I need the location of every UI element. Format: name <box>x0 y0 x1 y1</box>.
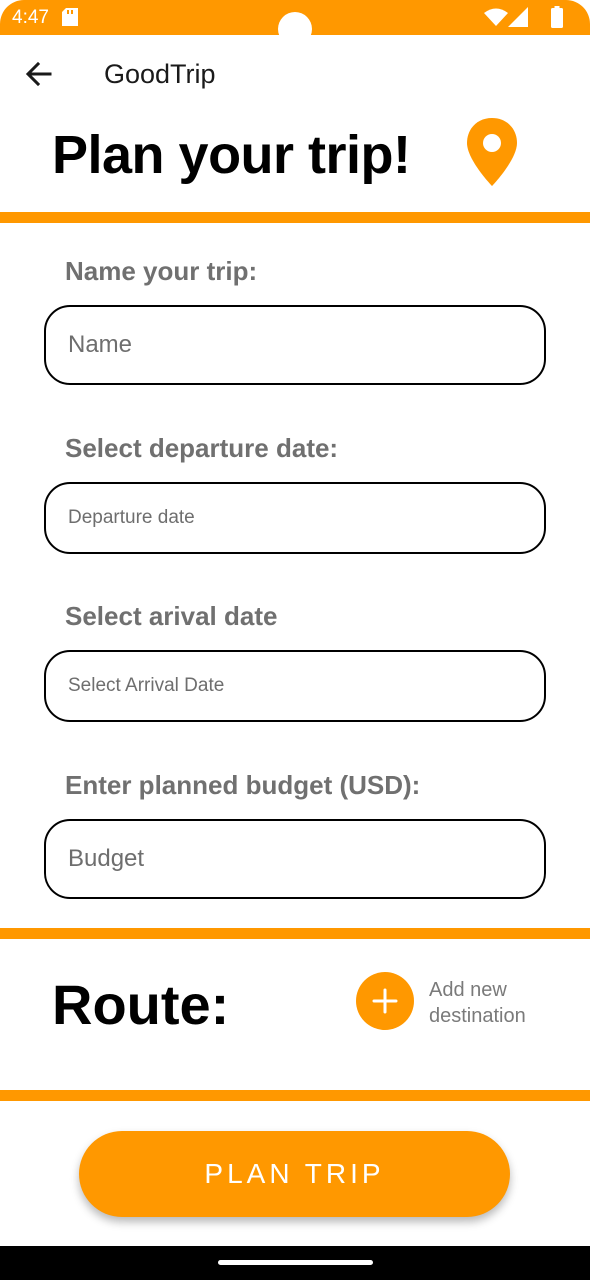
route-bottom-divider <box>0 1090 590 1101</box>
wifi-icon <box>484 8 508 31</box>
arrow-back-icon[interactable] <box>24 59 54 89</box>
system-nav-bar <box>0 1246 590 1280</box>
battery-icon <box>551 6 563 33</box>
status-time: 4:47 <box>12 7 49 28</box>
trip-name-input[interactable]: Name <box>44 305 546 385</box>
sd-card-icon <box>62 8 78 31</box>
budget-input[interactable]: Budget <box>44 819 546 899</box>
add-destination-button[interactable] <box>356 972 414 1030</box>
app-bar: GoodTrip <box>0 35 590 115</box>
app-title: GoodTrip <box>104 59 216 89</box>
page-title: Plan your trip! <box>52 125 411 185</box>
add-destination-label[interactable]: Add new destination <box>429 977 569 1029</box>
route-title: Route: <box>52 973 230 1036</box>
arrival-date-placeholder: Select Arrival Date <box>68 675 225 696</box>
departure-date-field[interactable]: Departure date <box>44 482 546 554</box>
plus-icon <box>372 988 398 1014</box>
home-indicator[interactable] <box>218 1260 373 1265</box>
budget-label: Enter planned budget (USD): <box>65 770 421 800</box>
status-bar: 4:47 <box>0 0 590 46</box>
trip-name-placeholder: Name <box>68 331 133 358</box>
location-pin-icon <box>464 116 520 193</box>
budget-placeholder: Budget <box>68 845 145 872</box>
name-label: Name your trip: <box>65 256 258 286</box>
departure-label: Select departure date: <box>65 433 339 463</box>
plan-trip-button[interactable]: PLAN TRIP <box>79 1131 510 1217</box>
cell-signal-icon <box>508 7 528 32</box>
arrival-label: Select arival date <box>65 601 278 631</box>
arrival-date-field[interactable]: Select Arrival Date <box>44 650 546 722</box>
departure-date-placeholder: Departure date <box>68 507 195 528</box>
header-divider <box>0 212 590 223</box>
route-top-divider <box>0 928 590 939</box>
